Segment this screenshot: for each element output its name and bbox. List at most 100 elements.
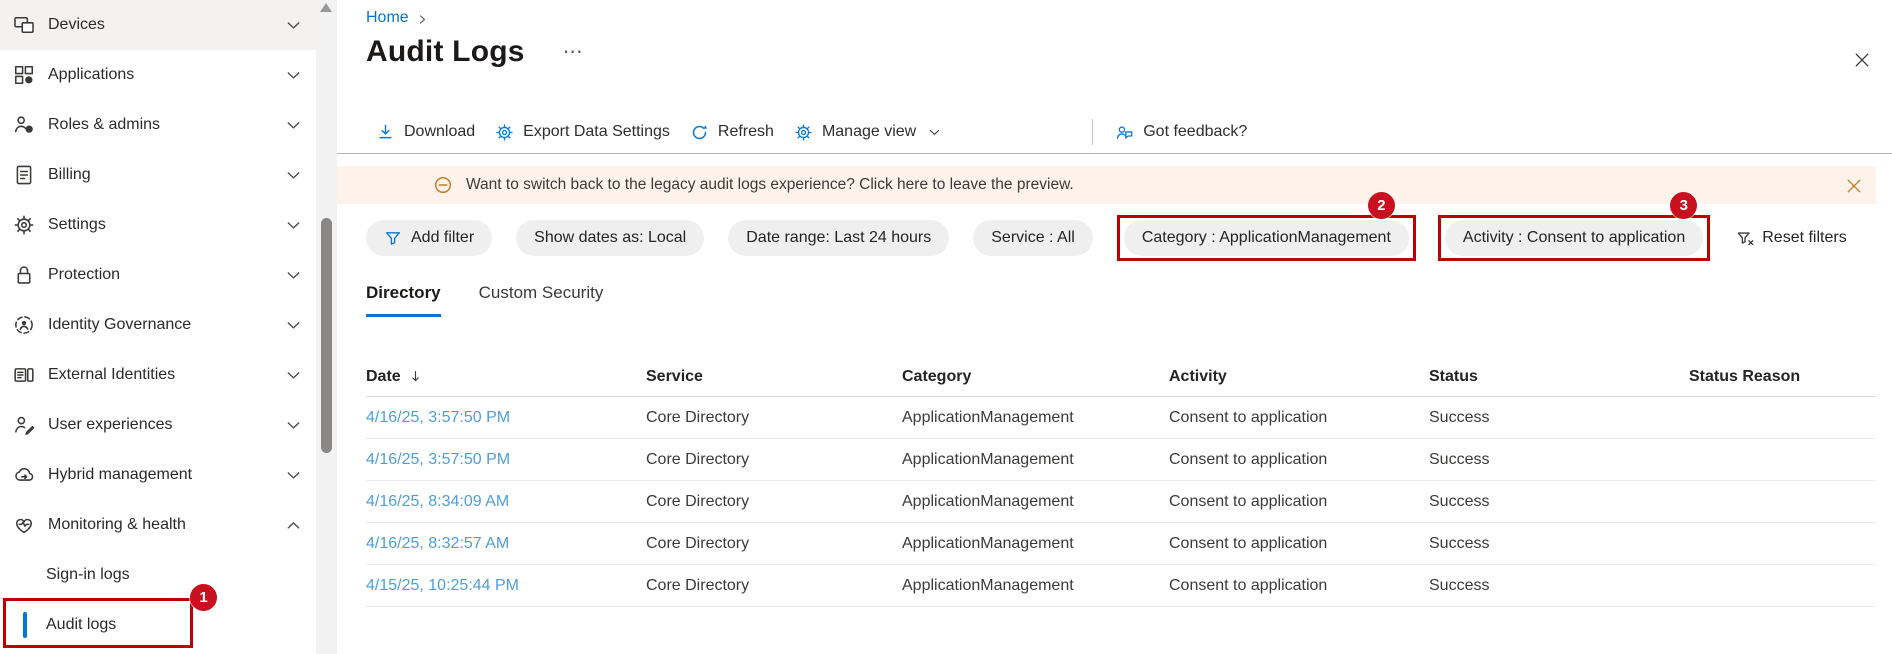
column-header-service[interactable]: Service	[646, 368, 902, 386]
toolbar-bottom-divider	[337, 153, 1892, 154]
cell-category: ApplicationManagement	[902, 493, 1169, 511]
tab-directory[interactable]: Directory	[366, 283, 441, 317]
feedback-icon	[1115, 123, 1134, 142]
banner-message-suffix: to leave the preview.	[928, 176, 1074, 193]
command-bar: Download Export Data Settings Refresh Ma…	[366, 113, 1892, 151]
sidebar-item-monitoring-health[interactable]: Monitoring & health	[0, 500, 316, 550]
sidebar-item-protection[interactable]: Protection	[0, 250, 316, 300]
sidebar-subitem-label: Sign-in logs	[46, 566, 130, 584]
gear-icon	[794, 123, 813, 142]
feedback-label: Got feedback?	[1143, 123, 1247, 141]
filter-pill-date-range[interactable]: Date range: Last 24 hours	[728, 220, 949, 256]
sidebar-item-label: User experiences	[48, 416, 173, 434]
sidebar-item-audit-logs[interactable]: Audit logs	[0, 600, 316, 650]
audit-date-link[interactable]: 4/16/25, 3:57:50 PM	[366, 451, 646, 469]
export-data-settings-button[interactable]: Export Data Settings	[485, 114, 680, 150]
sidebar-item-label: Hybrid management	[48, 466, 192, 484]
annotation-badge-1: 1	[190, 584, 217, 611]
refresh-label: Refresh	[718, 123, 774, 141]
table-row[interactable]: 4/16/25, 3:57:50 PM Core Directory Appli…	[366, 439, 1876, 481]
chevron-down-icon	[284, 366, 303, 385]
sidebar-item-identity-governance[interactable]: Identity Governance	[0, 300, 316, 350]
sidebar-item-external-identities[interactable]: External Identities	[0, 350, 316, 400]
filter-pill-show-dates[interactable]: Show dates as: Local	[516, 220, 704, 256]
scrollbar-thumb[interactable]	[321, 218, 332, 453]
annotation-box-2: Category : ApplicationManagement 2	[1117, 215, 1416, 261]
banner-click-here-link[interactable]: Click here	[859, 176, 928, 193]
audit-date-link[interactable]: 4/15/25, 10:25:44 PM	[366, 577, 646, 595]
table-row[interactable]: 4/16/25, 3:57:50 PM Core Directory Appli…	[366, 397, 1876, 439]
column-header-status[interactable]: Status	[1429, 368, 1689, 386]
reset-filters-button[interactable]: Reset filters	[1736, 229, 1846, 248]
chevron-up-icon	[284, 516, 303, 535]
audit-date-link[interactable]: 4/16/25, 3:57:50 PM	[366, 409, 646, 427]
cell-service: Core Directory	[646, 409, 902, 427]
filter-pill-service[interactable]: Service : All	[973, 220, 1093, 256]
sidebar-nav: Devices Applications Roles & admins Bill…	[0, 0, 316, 654]
sidebar-item-label: Applications	[48, 66, 134, 84]
sidebar-item-roles-admins[interactable]: Roles & admins	[0, 100, 316, 150]
table-row[interactable]: 4/16/25, 8:34:09 AM Core Directory Appli…	[366, 481, 1876, 523]
title-row: Audit Logs ⋯	[366, 29, 1876, 75]
sidebar-item-billing[interactable]: Billing	[0, 150, 316, 200]
column-header-activity[interactable]: Activity	[1169, 368, 1429, 386]
sidebar-item-label: Identity Governance	[48, 316, 191, 334]
chevron-down-icon	[284, 316, 303, 335]
sidebar-scrollbar[interactable]	[316, 0, 337, 654]
more-options-button[interactable]: ⋯	[563, 47, 585, 57]
cell-service: Core Directory	[646, 493, 902, 511]
banner-message-prefix: Want to switch back to the legacy audit …	[466, 176, 859, 193]
manage-view-button[interactable]: Manage view	[784, 114, 952, 150]
tab-custom-security[interactable]: Custom Security	[479, 283, 604, 317]
banner-dismiss-icon[interactable]	[1844, 176, 1864, 196]
billing-icon	[13, 164, 35, 186]
got-feedback-button[interactable]: Got feedback?	[1105, 114, 1257, 150]
sidebar-item-label: Roles & admins	[48, 116, 160, 134]
filter-pill-category[interactable]: Category : ApplicationManagement	[1124, 220, 1409, 256]
breadcrumb: Home	[366, 9, 1876, 27]
chevron-down-icon	[284, 466, 303, 485]
cell-category: ApplicationManagement	[902, 577, 1169, 595]
sidebar-item-devices[interactable]: Devices	[0, 0, 316, 50]
column-header-date[interactable]: Date	[366, 368, 646, 386]
user-experiences-icon	[13, 414, 35, 436]
add-filter-button[interactable]: Add filter	[366, 220, 492, 256]
sidebar-audit-logs-wrap: Audit logs 1	[0, 600, 316, 650]
sidebar-subitem-label: Audit logs	[46, 616, 116, 634]
table-header-row: Date Service Category Activity Status St…	[366, 357, 1876, 397]
tab-bar: Directory Custom Security	[366, 283, 1876, 317]
identity-governance-icon	[13, 314, 35, 336]
scrollbar-up-arrow-icon[interactable]	[320, 3, 332, 12]
sort-descending-icon	[408, 369, 423, 384]
audit-date-link[interactable]: 4/16/25, 8:34:09 AM	[366, 493, 646, 511]
sidebar-item-applications[interactable]: Applications	[0, 50, 316, 100]
table-row[interactable]: 4/15/25, 10:25:44 PM Core Directory Appl…	[366, 565, 1876, 607]
breadcrumb-home-link[interactable]: Home	[366, 9, 409, 27]
manage-view-label: Manage view	[822, 123, 916, 141]
cell-status: Success	[1429, 535, 1689, 553]
reset-filters-label: Reset filters	[1762, 229, 1846, 247]
sidebar-item-sign-in-logs[interactable]: Sign-in logs	[0, 550, 316, 600]
refresh-button[interactable]: Refresh	[680, 114, 784, 150]
cell-status: Success	[1429, 451, 1689, 469]
sidebar-item-hybrid-management[interactable]: Hybrid management	[0, 450, 316, 500]
blocked-circle-icon	[433, 175, 453, 195]
chevron-down-icon	[284, 66, 303, 85]
sidebar-item-user-experiences[interactable]: User experiences	[0, 400, 316, 450]
table-row[interactable]: 4/16/25, 8:32:57 AM Core Directory Appli…	[366, 523, 1876, 565]
filter-pill-activity[interactable]: Activity : Consent to application	[1445, 220, 1703, 256]
refresh-icon	[690, 123, 709, 142]
column-header-status-reason[interactable]: Status Reason	[1689, 368, 1876, 386]
sidebar-item-settings[interactable]: Settings	[0, 200, 316, 250]
monitoring-health-icon	[13, 514, 35, 536]
toolbar-divider	[1092, 119, 1093, 145]
download-button[interactable]: Download	[366, 114, 485, 150]
chevron-down-icon	[284, 16, 303, 35]
download-label: Download	[404, 123, 475, 141]
export-label: Export Data Settings	[523, 123, 670, 141]
audit-date-link[interactable]: 4/16/25, 8:32:57 AM	[366, 535, 646, 553]
cell-activity: Consent to application	[1169, 535, 1429, 553]
column-header-category[interactable]: Category	[902, 368, 1169, 386]
close-blade-icon[interactable]	[1852, 50, 1872, 70]
banner-message: Want to switch back to the legacy audit …	[466, 176, 1074, 194]
